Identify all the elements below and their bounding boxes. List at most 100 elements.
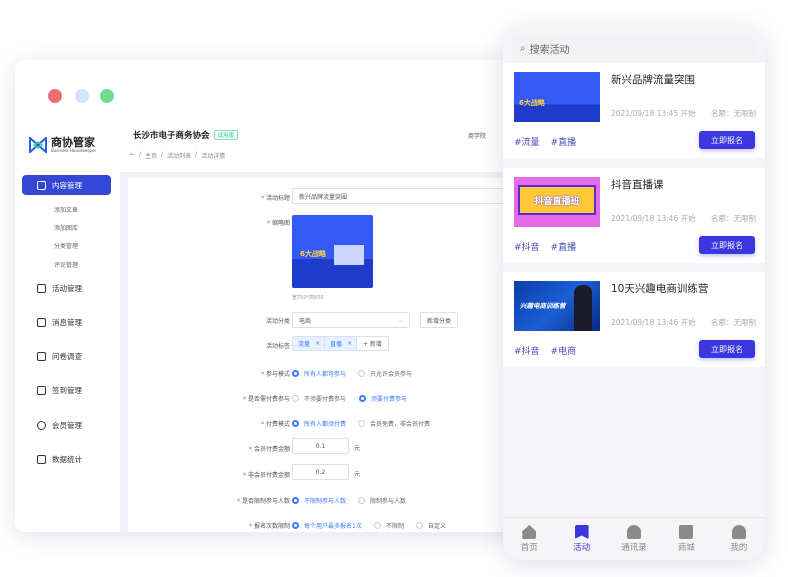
sidebar-item-label: 会员管理 (52, 421, 82, 430)
search-input[interactable]: ⌕ 搜索活动 (512, 37, 755, 60)
org-name: 长沙市电子商务协会 (133, 131, 210, 141)
activity-quota: 名额：无限制 (711, 109, 756, 118)
activity-date: 2021/09/18 13:45 开始 (611, 109, 696, 118)
radio-option[interactable]: 不限制 (374, 521, 404, 530)
radio-option[interactable]: 不须要付费参与 (292, 394, 346, 403)
activity-tag[interactable]: #直播 (551, 240, 577, 253)
activity-thumbnail: 抖音直播班 (514, 177, 600, 227)
activity-date: 2021/09/18 13:46 开始 (611, 214, 696, 223)
sidebar-subitem[interactable]: 分类管理 (54, 241, 78, 250)
radio-option[interactable]: 会员免费，非会员付费 (358, 419, 430, 428)
signup-button[interactable]: 立即报名 (699, 236, 755, 254)
activity-card[interactable]: 抖音直播班 抖音直播课 2021/09/18 13:46 开始 名额：无限制 #… (503, 168, 765, 263)
sidebar-item-content[interactable]: 内容管理 (22, 175, 111, 195)
breadcrumb-list[interactable]: 活动列表 (167, 151, 191, 160)
radio-label: * 付费模式 (261, 421, 290, 428)
radio-label: * 报名次数限制 (249, 523, 290, 530)
breadcrumb-home[interactable]: 主页 (145, 151, 157, 160)
tab-contacts[interactable]: 通讯录 (608, 518, 660, 560)
unit-label: 元 (354, 445, 361, 452)
trial-badge: 试用版 (213, 130, 239, 140)
radio-option[interactable]: 每个用户最多报名1次 (292, 521, 362, 530)
radio-option[interactable]: 不限制参与人数 (292, 496, 346, 505)
sidebar-item-members[interactable]: 会员管理 (37, 420, 82, 431)
close-icon[interactable]: × (347, 340, 352, 347)
title-input[interactable]: 新兴品牌流量突围 (292, 188, 515, 204)
thumb-label: * 缩略图 (267, 220, 290, 227)
radio-label: * 是否限制参与人数 (237, 498, 290, 505)
sidebar-subitem[interactable]: 评论管理 (54, 260, 78, 269)
activity-tag[interactable]: #抖音 (514, 240, 540, 253)
radio-label: * 是否需付费参与 (243, 396, 290, 403)
sidebar-item-activity[interactable]: 活动管理 (37, 283, 82, 294)
chevron-down-icon: ⌄ (397, 316, 403, 324)
activity-title: 抖音直播课 (611, 179, 664, 191)
window-maximize-dot[interactable] (100, 89, 114, 103)
brand-name: 商协管家 (51, 136, 95, 149)
window-minimize-dot[interactable] (75, 89, 89, 103)
tab-profile[interactable]: 我的 (713, 518, 765, 560)
message-icon (37, 318, 46, 327)
nonmember-fee-label: * 非会员付费金额 (243, 472, 290, 479)
window-close-dot[interactable] (48, 89, 62, 103)
back-arrow-icon[interactable]: ← (130, 151, 135, 160)
activity-quota: 名额：无限制 (711, 318, 756, 327)
sidebar-item-label: 数据统计 (52, 455, 82, 464)
activity-card[interactable]: 兴趣电商训练营 10天兴趣电商训练营 2021/09/18 13:46 开始 名… (503, 272, 765, 367)
radio-option[interactable]: 须要付费参与 (359, 394, 407, 403)
sidebar-item-checkin[interactable]: 签到管理 (37, 385, 82, 396)
radio-option[interactable]: 自定义 (416, 521, 446, 530)
radio-option[interactable]: 限制参与人数 (358, 496, 406, 505)
activity-tag[interactable]: #抖音 (514, 344, 540, 357)
chart-icon (37, 455, 46, 464)
bottom-tab-bar: 首页 活动 通讯录 商城 我的 (503, 517, 765, 560)
sidebar-item-survey[interactable]: 问卷调查 (37, 351, 82, 362)
activity-tag[interactable]: #直播 (551, 135, 577, 148)
sidebar-item-label: 问卷调查 (52, 352, 82, 361)
thumbnail-upload[interactable]: 6大战略 (292, 215, 373, 288)
activity-title: 10天兴趣电商训练营 (611, 283, 709, 295)
thumb-illustration (334, 245, 364, 265)
activity-card[interactable]: 6大战略 新兴品牌流量突围 2021/09/18 13:45 开始 名额：无限制… (503, 63, 765, 158)
admin-window: 商协管家 Business Housekeeper 内容管理 添加文章 添加图库 … (15, 60, 515, 532)
user-icon (731, 525, 746, 539)
academy-link[interactable]: 商学院 (468, 131, 486, 140)
radio-label: * 参与模式 (261, 371, 290, 378)
logo: 商协管家 Business Housekeeper (29, 137, 96, 153)
tag-chip: 直播 × (324, 336, 359, 351)
tags-label: 活动标签 (265, 343, 290, 350)
member-fee-label: * 会员付费金额 (249, 446, 290, 453)
flag-icon (37, 284, 46, 293)
add-tag-button[interactable]: + 新增 (356, 336, 389, 351)
edit-icon (37, 180, 46, 190)
header: 长沙市电子商务协会 试用版 商学院 ← / 主页 / 活动列表 / 活动详情 (120, 120, 515, 172)
signup-button[interactable]: 立即报名 (699, 131, 755, 149)
sidebar-subitem[interactable]: 添加图库 (54, 223, 78, 232)
breadcrumb-current: 活动详情 (201, 153, 226, 160)
title-label: * 活动标题 (261, 195, 290, 202)
member-fee-input[interactable]: 0.1 (292, 438, 349, 454)
home-icon (522, 525, 537, 539)
radio-option[interactable]: 所有人都须付费 (292, 419, 346, 428)
sidebar-item-label: 消息管理 (52, 318, 82, 327)
activity-title: 新兴品牌流量突围 (611, 74, 695, 86)
radio-option[interactable]: 所有人都可参与 (292, 369, 346, 378)
add-category-button[interactable]: 新增分类 (420, 312, 459, 328)
tab-shop[interactable]: 商城 (660, 518, 712, 560)
radio-option[interactable]: 只允许会员参与 (358, 369, 412, 378)
category-select[interactable]: 电商 ⌄ (292, 312, 410, 328)
search-icon: ⌕ (520, 43, 526, 54)
close-icon[interactable]: × (315, 340, 320, 347)
sidebar-item-label: 签到管理 (52, 386, 82, 395)
activity-tag[interactable]: #流量 (514, 135, 540, 148)
sidebar-item-message[interactable]: 消息管理 (37, 317, 82, 328)
nonmember-fee-input[interactable]: 0.2 (292, 464, 349, 480)
tab-activity[interactable]: 活动 (555, 518, 607, 560)
tab-home[interactable]: 首页 (503, 518, 555, 560)
signup-button[interactable]: 立即报名 (699, 340, 755, 358)
sidebar-subitem[interactable]: 添加文章 (54, 205, 78, 214)
activity-tag[interactable]: #电商 (551, 344, 577, 357)
sidebar-item-stats[interactable]: 数据统计 (37, 454, 82, 465)
activity-date: 2021/09/18 13:46 开始 (611, 318, 696, 327)
mobile-app: ⌕ 搜索活动 6大战略 新兴品牌流量突围 2021/09/18 13:45 开始 … (503, 27, 765, 560)
